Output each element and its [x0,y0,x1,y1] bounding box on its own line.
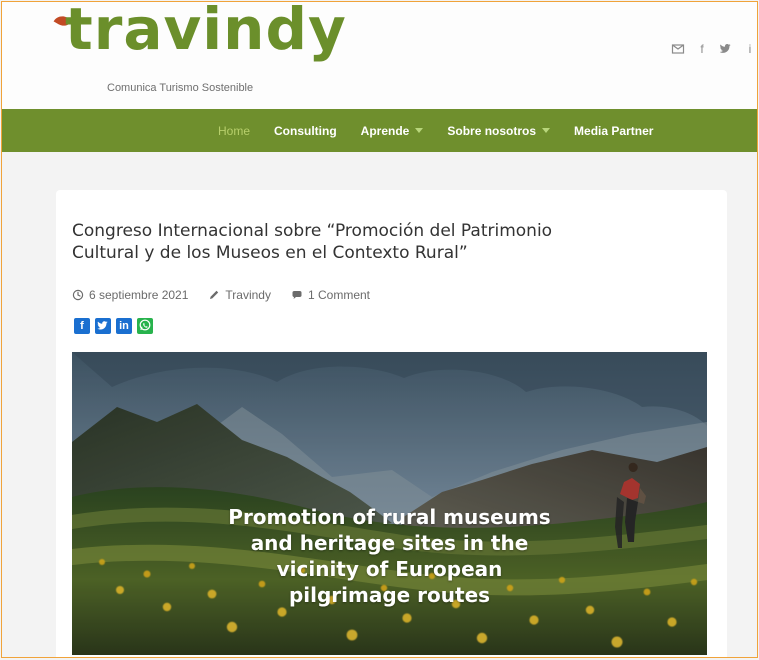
page-frame: travindy Comunica Turismo Sostenible f i… [1,1,758,658]
article-meta: 6 septiembre 2021 Travindy 1 Comment [72,288,370,302]
share-linkedin-button[interactable]: in [116,318,132,334]
article-title-line-2: Cultural y de los Museos en el Contexto … [72,243,468,263]
hero-caption-line-2: and heritage sites in the [250,531,529,555]
nav-media-partner[interactable]: Media Partner [574,124,653,138]
meta-author-text: Travindy [225,288,271,302]
nav-aprende-label: Aprende [360,123,410,138]
meta-date-text: 6 septiembre 2021 [89,288,189,302]
nav-aprende[interactable]: Aprende [361,124,424,138]
facebook-icon: f [80,319,84,332]
facebook-icon[interactable]: f [695,42,709,56]
share-twitter-button[interactable] [95,318,111,334]
meta-author[interactable]: Travindy [208,288,271,302]
mail-icon[interactable] [671,42,685,56]
brand-logo[interactable]: travindy Comunica Turismo Sostenible [53,2,375,100]
nav-consulting[interactable]: Consulting [274,124,337,138]
nav-items: Home Consulting Aprende Sobre nosotros M… [218,109,653,152]
brand-tagline: Comunica Turismo Sostenible [107,82,254,94]
linkedin-icon[interactable]: i [743,42,757,56]
main-nav: Home Consulting Aprende Sobre nosotros M… [2,109,757,152]
brand-wordmark: travindy [65,1,347,63]
nav-home[interactable]: Home [218,124,250,138]
pencil-icon [208,289,220,301]
whatsapp-icon [139,319,151,334]
nav-sobre-nosotros[interactable]: Sobre nosotros [447,123,551,138]
hero-image[interactable]: Promotion of rural museums and heritage … [72,352,707,655]
meta-comments-text: 1 Comment [307,288,371,302]
chevron-down-icon [542,128,551,133]
hero-caption: Promotion of rural museums and heritage … [72,504,707,608]
linkedin-icon: in [119,319,129,332]
meta-comments[interactable]: 1 Comment [291,288,370,302]
comment-icon [291,289,303,301]
social-links: f i [671,42,757,56]
nav-media-partner-label: Media Partner [574,123,654,138]
article-title-line-1: Congreso Internacional sobre “Promoción … [72,221,553,241]
article-title[interactable]: Congreso Internacional sobre “Promoción … [72,220,712,264]
nav-home-label: Home [218,123,251,138]
meta-date: 6 septiembre 2021 [72,288,188,302]
hero-caption-line-1: Promotion of rural museums [228,505,551,529]
nav-consulting-label: Consulting [274,123,337,138]
share-facebook-button[interactable]: f [74,318,90,334]
clock-icon [72,289,84,301]
share-whatsapp-button[interactable] [137,318,153,334]
site-header: travindy Comunica Turismo Sostenible f i [2,2,757,109]
hero-caption-line-3: vicinity of European [276,557,503,581]
hero-caption-line-4: pilgrimage routes [288,583,491,607]
twitter-icon[interactable] [719,42,733,56]
nav-sobre-nosotros-label: Sobre nosotros [447,123,537,138]
share-buttons: f in [74,318,153,334]
chevron-down-icon [415,128,424,133]
twitter-icon [97,319,109,334]
